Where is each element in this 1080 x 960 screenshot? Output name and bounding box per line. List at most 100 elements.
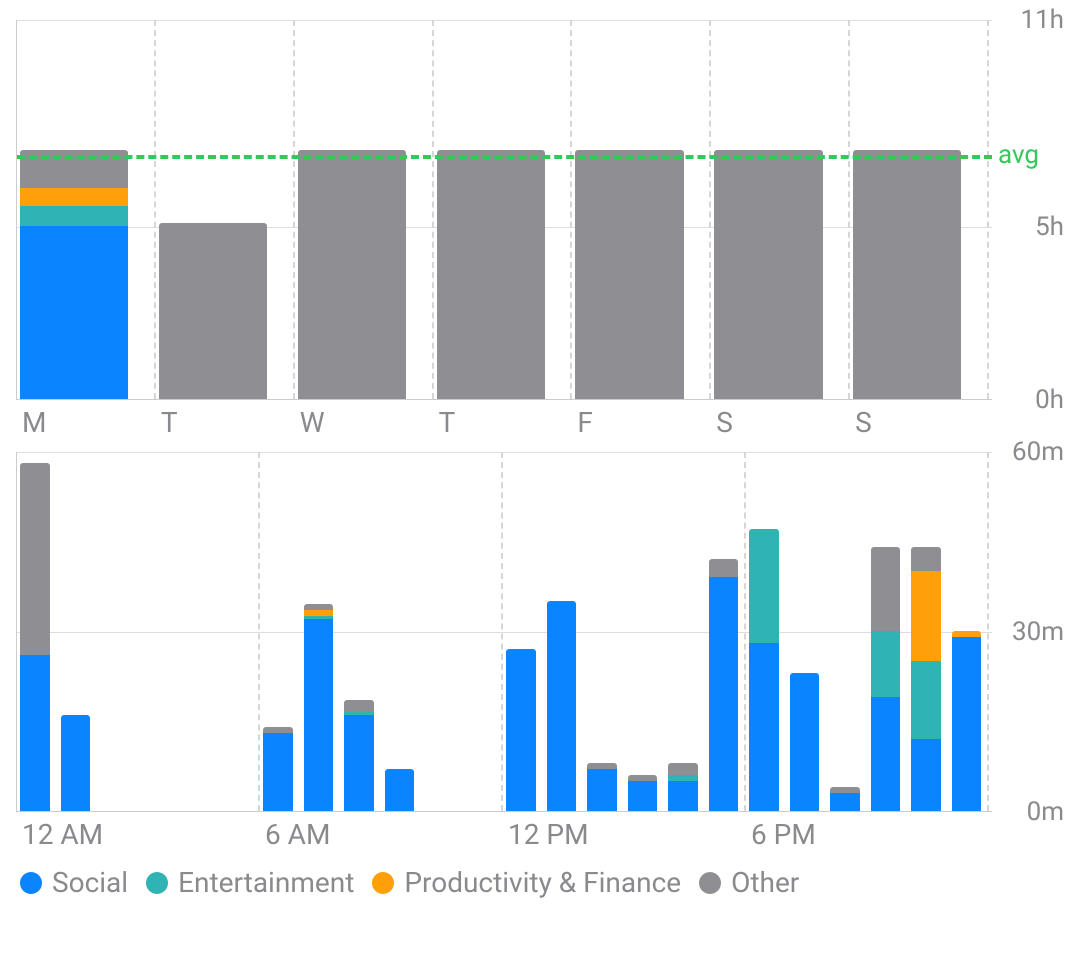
bar: [298, 150, 406, 399]
bar: [263, 727, 293, 811]
bar: [790, 673, 820, 811]
bar-segment: [159, 223, 267, 399]
legend-item-productivity: Productivity & Finance: [372, 866, 681, 899]
bar-segment: [709, 559, 739, 577]
bar-segment: [20, 463, 50, 655]
hourly-chart: 0m30m60m 12 AM 6 AM 12 PM 6 PM: [16, 452, 1064, 856]
legend: Social Entertainment Productivity & Fina…: [16, 866, 1064, 899]
bar: [853, 150, 961, 399]
bar: [709, 559, 739, 811]
bar-segment: [575, 150, 683, 399]
bar: [20, 150, 128, 399]
bar-segment: [437, 150, 545, 399]
bar-segment: [628, 781, 658, 811]
bar: [628, 775, 658, 811]
bar: [587, 763, 617, 811]
bar: [830, 787, 860, 811]
legend-label: Social: [52, 866, 128, 899]
bar-segment: [830, 793, 860, 811]
bar-segment: [20, 655, 50, 811]
avg-label: avg: [998, 140, 1039, 170]
dot-icon: [372, 872, 394, 894]
bar-segment: [871, 631, 901, 697]
bar: [714, 150, 822, 399]
bar-segment: [749, 529, 779, 643]
bar-segment: [911, 571, 941, 661]
y-tick-label: 5h: [1035, 212, 1064, 242]
bar: [952, 631, 982, 811]
bar-segment: [790, 673, 820, 811]
x-tick-label: M: [22, 406, 46, 439]
bar: [749, 529, 779, 811]
bar-segment: [668, 763, 698, 775]
y-tick-label: 11h: [1020, 5, 1064, 35]
bar-segment: [871, 547, 901, 631]
y-tick-label: 0m: [1027, 797, 1064, 827]
x-tick-label: 12 PM: [508, 818, 589, 851]
bar-segment: [385, 769, 415, 811]
x-tick-label: S: [855, 406, 872, 439]
x-tick-label: W: [300, 406, 325, 439]
weekly-chart: 0h5h11h avg M T W T F S S: [16, 20, 1064, 444]
weekly-y-axis: 0h5h11h: [1004, 20, 1064, 400]
weekly-plot-area: [16, 20, 992, 400]
dot-icon: [146, 872, 168, 894]
bar-segment: [853, 150, 961, 399]
bar: [385, 769, 415, 811]
hourly-plot-area: [16, 452, 992, 812]
bar-segment: [20, 206, 128, 227]
x-tick-label: F: [577, 406, 592, 439]
bar-segment: [506, 649, 536, 811]
bar-segment: [952, 637, 982, 811]
legend-item-other: Other: [699, 866, 799, 899]
bar-segment: [547, 601, 577, 811]
y-tick-label: 0h: [1035, 385, 1064, 415]
bar-segment: [871, 697, 901, 811]
bar-segment: [911, 739, 941, 811]
bar-segment: [304, 619, 334, 811]
hourly-y-axis: 0m30m60m: [1004, 452, 1064, 812]
legend-item-social: Social: [20, 866, 128, 899]
x-tick-label: 6 PM: [751, 818, 816, 851]
avg-line: [17, 155, 992, 159]
x-tick-label: T: [161, 406, 178, 439]
screen-time-card: 0h5h11h avg MTWTFSS 0m30m60m 12 AM6 AM12…: [0, 0, 1080, 960]
bar: [20, 463, 50, 811]
legend-label: Entertainment: [178, 866, 354, 899]
bar-segment: [587, 769, 617, 811]
y-tick-label: 30m: [1012, 617, 1064, 647]
dot-icon: [699, 872, 721, 894]
bar: [344, 700, 374, 811]
x-tick-label: 12 AM: [22, 818, 103, 851]
bar-segment: [61, 715, 91, 811]
bar-segment: [344, 700, 374, 712]
bar: [437, 150, 545, 399]
bar-segment: [911, 547, 941, 571]
bar: [506, 649, 536, 811]
bar: [61, 715, 91, 811]
y-tick-label: 60m: [1012, 437, 1064, 467]
bar-segment: [20, 226, 128, 399]
bar-segment: [20, 188, 128, 205]
bar-segment: [344, 715, 374, 811]
legend-label: Other: [731, 866, 799, 899]
x-tick-label: S: [716, 406, 733, 439]
bar: [575, 150, 683, 399]
legend-label: Productivity & Finance: [404, 866, 681, 899]
bar-segment: [263, 733, 293, 811]
bar-segment: [911, 661, 941, 739]
x-tick-label: 6 AM: [265, 818, 330, 851]
x-tick-label: T: [439, 406, 456, 439]
weekly-x-axis: MTWTFSS: [16, 400, 988, 444]
dot-icon: [20, 872, 42, 894]
bar: [304, 604, 334, 811]
bar-segment: [714, 150, 822, 399]
bar: [159, 223, 267, 399]
bar-segment: [709, 577, 739, 811]
bar: [547, 601, 577, 811]
bar: [871, 547, 901, 811]
bar-segment: [749, 643, 779, 811]
bar-segment: [298, 150, 406, 399]
hourly-x-axis: 12 AM 6 AM 12 PM 6 PM: [16, 812, 988, 856]
bar: [911, 547, 941, 811]
